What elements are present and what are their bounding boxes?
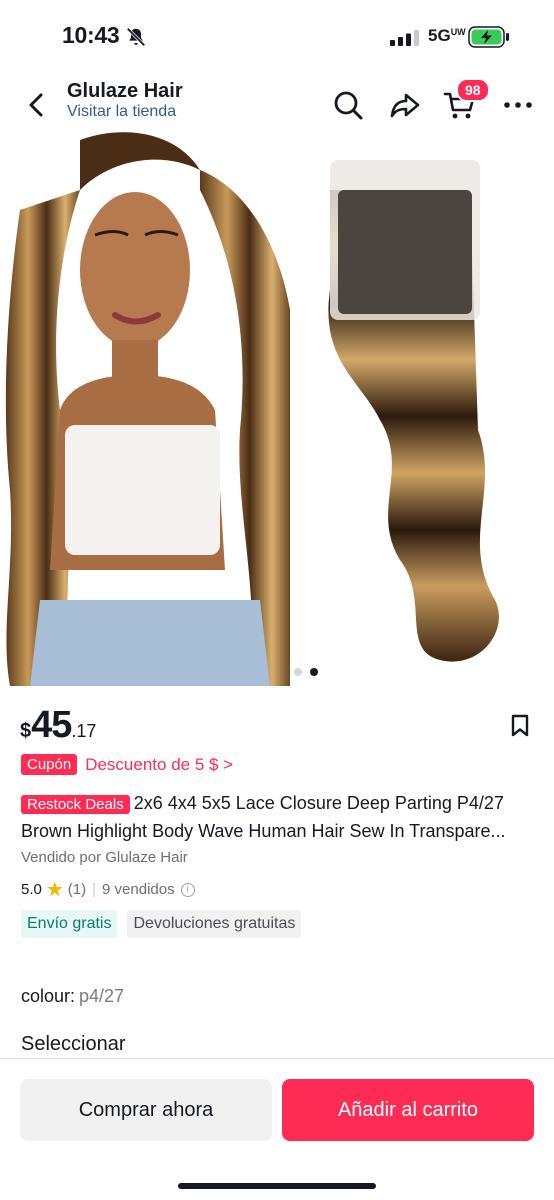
signal-icon bbox=[390, 30, 419, 46]
status-bar: 10:43 5GUW bbox=[0, 0, 554, 72]
restock-deals-badge: Restock Deals bbox=[21, 795, 130, 814]
share-icon[interactable] bbox=[388, 88, 422, 122]
price-currency: $ bbox=[20, 720, 32, 742]
colour-value: p4/27 bbox=[79, 986, 125, 1006]
more-icon[interactable] bbox=[502, 88, 536, 122]
bell-muted-icon bbox=[126, 27, 146, 47]
add-to-cart-button[interactable]: Añadir al carrito bbox=[282, 1079, 534, 1141]
free-returns-chip: Devoluciones gratuitas bbox=[127, 910, 302, 938]
product-image-gallery[interactable] bbox=[0, 130, 554, 690]
gallery-dot-active[interactable] bbox=[310, 668, 318, 676]
rating-value: 5.0 bbox=[21, 881, 42, 898]
product-price: $ 45 .17 bbox=[20, 704, 96, 747]
select-variant[interactable]: Seleccionar bbox=[21, 1033, 126, 1056]
sold-count: 9 vendidos bbox=[102, 881, 175, 898]
product-title-line2: Brown Highlight Body Wave Human Hair Sew… bbox=[21, 821, 506, 841]
price-integer: 45 bbox=[31, 704, 72, 746]
battery-charging-icon bbox=[468, 26, 509, 48]
divider: | bbox=[92, 881, 97, 898]
coupon-tag: Cupón bbox=[21, 754, 78, 775]
buy-now-button[interactable]: Comprar ahora bbox=[20, 1079, 272, 1141]
back-arrow-icon[interactable] bbox=[22, 90, 50, 120]
star-icon: ★ bbox=[45, 879, 64, 901]
product-image bbox=[0, 130, 554, 686]
coupon-row[interactable]: Cupón Descuento de 5 $ > bbox=[21, 754, 233, 775]
colour-label: colour: bbox=[21, 986, 76, 1006]
benefit-chips: Envío gratis Devoluciones gratuitas bbox=[21, 910, 302, 938]
seller-name[interactable]: Vendido por Glulaze Hair bbox=[21, 849, 188, 866]
rating-row[interactable]: 5.0 ★ (1) | 9 vendidos i bbox=[21, 877, 195, 902]
store-name[interactable]: Glulaze Hair bbox=[67, 80, 183, 103]
rating-count: (1) bbox=[67, 881, 87, 898]
gallery-pagination bbox=[294, 668, 318, 676]
bookmark-icon[interactable] bbox=[510, 714, 530, 738]
product-title: Restock Deals 2x6 4x4 5x5 Lace Closure De… bbox=[21, 790, 536, 844]
bottom-action-bar: Comprar ahora Añadir al carrito bbox=[0, 1058, 554, 1200]
visit-store-link[interactable]: Visitar la tienda bbox=[67, 103, 176, 121]
search-icon[interactable] bbox=[331, 88, 365, 122]
gallery-dot[interactable] bbox=[294, 668, 302, 676]
info-icon[interactable]: i bbox=[180, 882, 195, 897]
price-decimal: .17 bbox=[71, 721, 97, 741]
home-indicator bbox=[178, 1183, 376, 1189]
cart-count-badge: 98 bbox=[456, 78, 490, 102]
product-title-line1: 2x6 4x4 5x5 Lace Closure Deep Parting P4… bbox=[133, 793, 504, 813]
network-label: 5GUW bbox=[428, 26, 466, 45]
clock: 10:43 bbox=[62, 22, 120, 48]
free-shipping-chip: Envío gratis bbox=[21, 910, 118, 938]
colour-option[interactable]: colour: p4/27 bbox=[21, 986, 124, 1007]
top-nav: Glulaze Hair Visitar la tienda 98 bbox=[0, 72, 554, 138]
coupon-discount-link[interactable]: Descuento de 5 $ > bbox=[85, 755, 233, 775]
